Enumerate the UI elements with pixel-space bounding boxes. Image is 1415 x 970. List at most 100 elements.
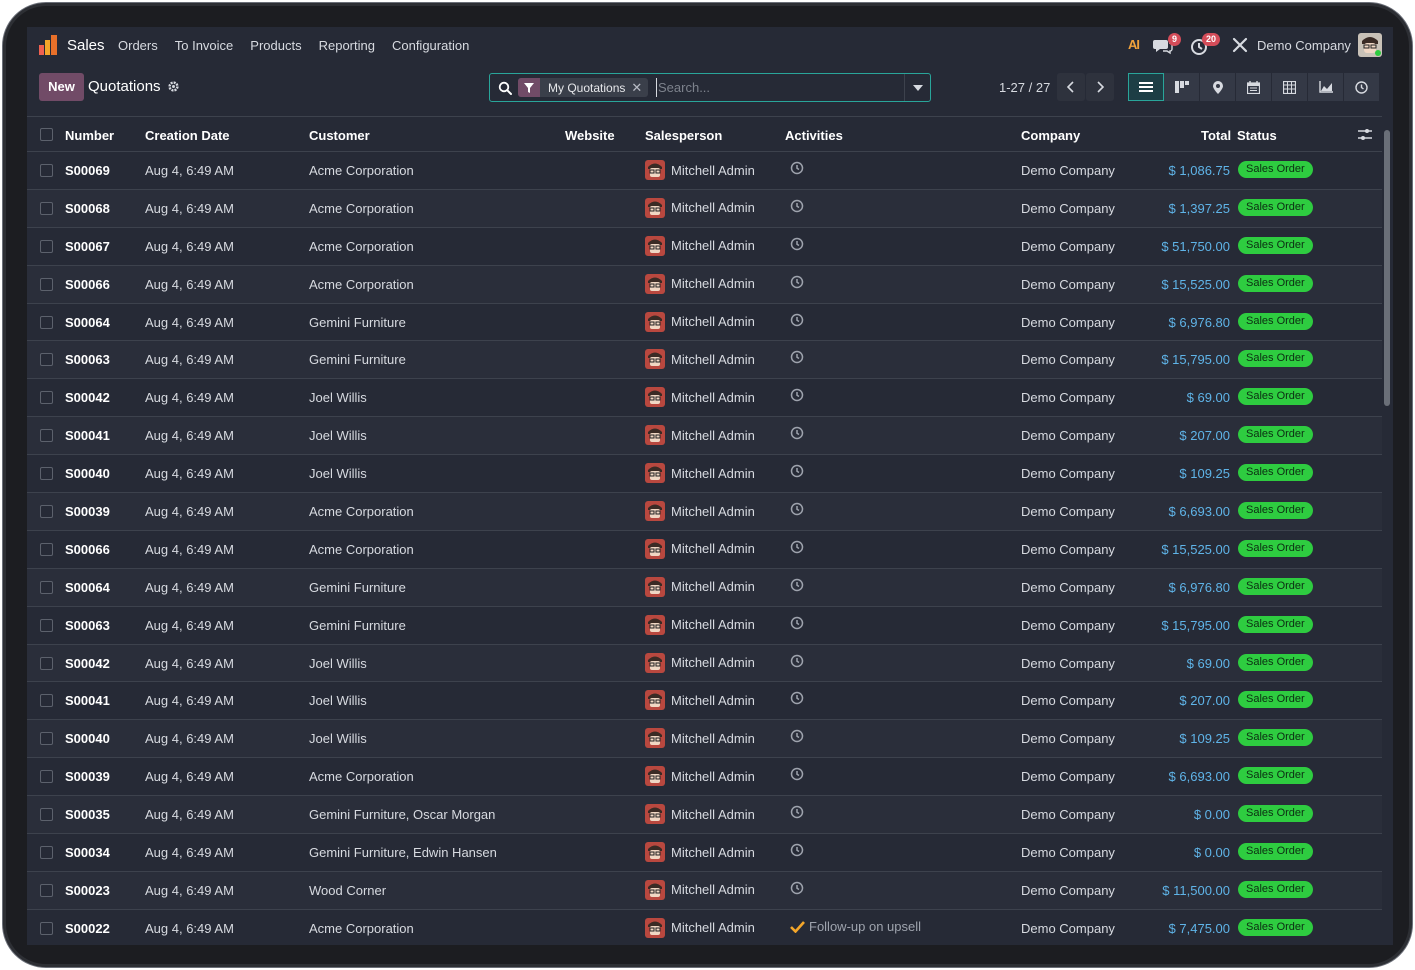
row-checkbox[interactable] bbox=[40, 239, 53, 253]
pager-previous-button[interactable] bbox=[1057, 73, 1085, 101]
table-row[interactable]: S00064 Aug 4, 6:49 AM Gemini Furniture M… bbox=[27, 568, 1382, 607]
table-row[interactable]: S00068 Aug 4, 6:49 AM Acme Corporation M… bbox=[27, 189, 1382, 228]
table-row[interactable]: S00041 Aug 4, 6:49 AM Joel Willis Mitche… bbox=[27, 682, 1382, 721]
activity-cell[interactable] bbox=[790, 767, 808, 781]
activity-clock-icon[interactable] bbox=[790, 313, 804, 327]
kanban-view-button[interactable] bbox=[1164, 73, 1200, 101]
activity-clock-icon[interactable] bbox=[790, 161, 804, 175]
pager-value[interactable]: 1-27 / 27 bbox=[999, 80, 1050, 95]
activity-cell[interactable] bbox=[790, 540, 808, 554]
row-checkbox[interactable] bbox=[40, 656, 53, 670]
activity-clock-icon[interactable] bbox=[790, 502, 804, 516]
row-checkbox[interactable] bbox=[40, 542, 53, 556]
menu-configuration[interactable]: Configuration bbox=[392, 38, 469, 53]
activity-cell[interactable] bbox=[790, 502, 808, 516]
table-row[interactable]: S00040 Aug 4, 6:49 AM Joel Willis Mitche… bbox=[27, 720, 1382, 759]
search-icon[interactable] bbox=[498, 81, 512, 95]
row-checkbox[interactable] bbox=[40, 277, 53, 291]
row-checkbox[interactable] bbox=[40, 391, 53, 405]
table-row[interactable]: S00066 Aug 4, 6:49 AM Acme Corporation M… bbox=[27, 265, 1382, 304]
table-row[interactable]: S00034 Aug 4, 6:49 AM Gemini Furniture, … bbox=[27, 834, 1382, 872]
row-checkbox[interactable] bbox=[40, 505, 53, 519]
table-row[interactable]: S00023 Aug 4, 6:49 AM Wood Corner Mitche… bbox=[27, 871, 1382, 910]
optional-columns-icon[interactable] bbox=[1358, 128, 1372, 141]
activity-cell[interactable] bbox=[790, 161, 808, 175]
activity-clock-icon[interactable] bbox=[790, 464, 804, 478]
activity-clock-icon[interactable] bbox=[790, 843, 804, 857]
pager-next-button[interactable] bbox=[1086, 73, 1114, 101]
activity-clock-icon[interactable] bbox=[790, 426, 804, 440]
activity-check-icon[interactable] bbox=[790, 920, 805, 933]
activity-clock-icon[interactable] bbox=[790, 654, 804, 668]
row-checkbox[interactable] bbox=[40, 580, 53, 594]
menu-to-invoice[interactable]: To Invoice bbox=[175, 38, 234, 53]
table-row[interactable]: S00039 Aug 4, 6:49 AM Acme Corporation M… bbox=[27, 758, 1382, 797]
user-avatar[interactable] bbox=[1358, 33, 1382, 57]
menu-reporting[interactable]: Reporting bbox=[319, 38, 375, 53]
app-name[interactable]: Sales bbox=[67, 37, 105, 54]
activity-cell[interactable] bbox=[790, 237, 808, 251]
search-input[interactable] bbox=[656, 78, 896, 97]
activity-cell[interactable] bbox=[790, 426, 808, 440]
table-row[interactable]: S00064 Aug 4, 6:49 AM Gemini Furniture M… bbox=[27, 303, 1382, 342]
ai-icon[interactable]: AI bbox=[1128, 37, 1140, 52]
row-checkbox[interactable] bbox=[40, 315, 53, 329]
table-row[interactable]: S00035 Aug 4, 6:49 AM Gemini Furniture, … bbox=[27, 796, 1382, 835]
row-checkbox[interactable] bbox=[40, 353, 53, 367]
activity-cell[interactable] bbox=[790, 729, 808, 743]
activity-clock-icon[interactable] bbox=[790, 805, 804, 819]
list-view-button[interactable] bbox=[1128, 73, 1164, 101]
column-number[interactable]: Number bbox=[65, 128, 114, 143]
row-checkbox[interactable] bbox=[40, 732, 53, 746]
activity-clock-icon[interactable] bbox=[790, 578, 804, 592]
activity-cell[interactable] bbox=[790, 313, 808, 327]
company-switcher[interactable]: Demo Company bbox=[1257, 38, 1351, 53]
activity-cell[interactable] bbox=[790, 464, 808, 478]
activity-cell[interactable] bbox=[790, 654, 808, 668]
table-row[interactable]: S00042 Aug 4, 6:49 AM Joel Willis Mitche… bbox=[27, 644, 1382, 683]
column-website[interactable]: Website bbox=[565, 128, 615, 143]
select-all-checkbox[interactable] bbox=[40, 128, 53, 141]
sales-app-icon[interactable] bbox=[38, 34, 60, 56]
activity-cell[interactable] bbox=[790, 691, 808, 705]
activity-cell[interactable] bbox=[790, 805, 808, 819]
activity-clock-icon[interactable] bbox=[790, 275, 804, 289]
activity-view-button[interactable] bbox=[1344, 73, 1380, 101]
graph-view-button[interactable] bbox=[1308, 73, 1344, 101]
new-button[interactable]: New bbox=[39, 73, 84, 101]
activity-cell[interactable] bbox=[790, 578, 808, 592]
menu-products[interactable]: Products bbox=[250, 38, 301, 53]
column-customer[interactable]: Customer bbox=[309, 128, 370, 143]
calendar-view-button[interactable] bbox=[1236, 73, 1272, 101]
activity-clock-icon[interactable] bbox=[790, 616, 804, 630]
activity-cell[interactable] bbox=[790, 350, 808, 364]
table-row[interactable]: S00039 Aug 4, 6:49 AM Acme Corporation M… bbox=[27, 493, 1382, 531]
table-row[interactable]: S00069 Aug 4, 6:49 AM Acme Corporation M… bbox=[27, 152, 1382, 190]
search-options-toggle[interactable] bbox=[904, 74, 930, 101]
gear-icon[interactable] bbox=[167, 80, 180, 93]
scrollbar-thumb[interactable] bbox=[1384, 130, 1390, 406]
activity-cell[interactable] bbox=[790, 616, 808, 630]
column-creation-date[interactable]: Creation Date bbox=[145, 128, 230, 143]
table-row[interactable]: S00042 Aug 4, 6:49 AM Joel Willis Mitche… bbox=[27, 379, 1382, 418]
activity-cell[interactable] bbox=[790, 275, 808, 289]
table-row[interactable]: S00041 Aug 4, 6:49 AM Joel Willis Mitche… bbox=[27, 417, 1382, 456]
row-checkbox[interactable] bbox=[40, 467, 53, 481]
activity-cell[interactable] bbox=[790, 843, 808, 857]
row-checkbox[interactable] bbox=[40, 808, 53, 822]
activity-clock-icon[interactable] bbox=[790, 540, 804, 554]
row-checkbox[interactable] bbox=[40, 694, 53, 708]
activity-clock-icon[interactable] bbox=[790, 729, 804, 743]
row-checkbox[interactable] bbox=[40, 164, 53, 177]
activity-clock-icon[interactable] bbox=[790, 767, 804, 781]
table-row[interactable]: S00067 Aug 4, 6:49 AM Acme Corporation M… bbox=[27, 227, 1382, 266]
row-checkbox[interactable] bbox=[40, 883, 53, 897]
row-checkbox[interactable] bbox=[40, 921, 53, 935]
facet-close-icon[interactable]: ✕ bbox=[631, 80, 648, 96]
map-view-button[interactable] bbox=[1200, 73, 1236, 101]
row-checkbox[interactable] bbox=[40, 846, 53, 860]
company-switch-icon[interactable] bbox=[1232, 37, 1248, 53]
activity-clock-icon[interactable] bbox=[790, 237, 804, 251]
row-checkbox[interactable] bbox=[40, 201, 53, 215]
table-row[interactable]: S00040 Aug 4, 6:49 AM Joel Willis Mitche… bbox=[27, 455, 1382, 494]
